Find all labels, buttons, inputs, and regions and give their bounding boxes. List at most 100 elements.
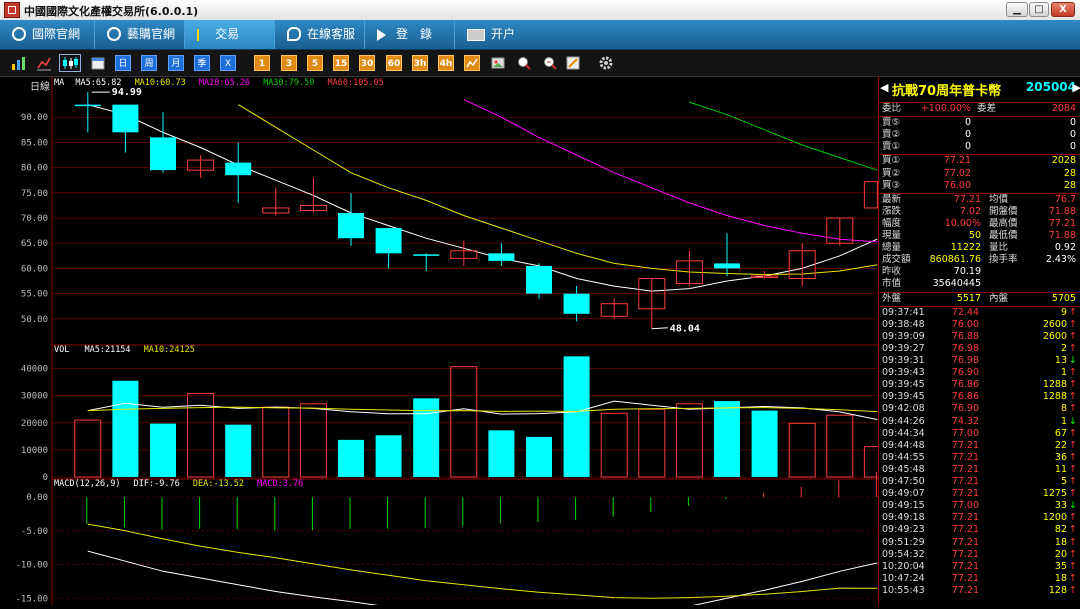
trade-time: 09:39:31 bbox=[882, 355, 925, 366]
minute-30-button[interactable]: 30 bbox=[359, 55, 375, 71]
trade-price: 77.21 bbox=[951, 536, 979, 548]
nav-intl-site[interactable]: 國際官網 bbox=[0, 20, 95, 49]
next-product-icon[interactable]: ▶ bbox=[1073, 81, 1080, 94]
close-button[interactable]: X bbox=[1051, 2, 1075, 17]
trade-time: 09:37:41 bbox=[882, 306, 925, 318]
minute-5-button[interactable]: 5 bbox=[307, 55, 323, 71]
trade-row: 09:49:07 77.21 1275 ↑ bbox=[879, 488, 1079, 500]
volume-bar bbox=[563, 356, 590, 477]
prev-product-icon[interactable]: ◀ bbox=[880, 81, 888, 94]
quote-label: 賣② bbox=[882, 129, 901, 141]
trade-price: 77.21 bbox=[951, 584, 979, 596]
stat-value: 77.21 bbox=[953, 193, 981, 205]
trade-time: 09:54:32 bbox=[882, 548, 925, 560]
stat-row: 漲跌 7.02 開盤價 71.88 bbox=[879, 206, 1079, 218]
quote-row: 賣② 0 0 bbox=[879, 129, 1079, 141]
trade-row: 09:38:48 76.00 2600 ↑ bbox=[879, 319, 1079, 331]
stat-label: 總量 bbox=[882, 242, 902, 254]
trade-time: 09:49:23 bbox=[882, 524, 925, 536]
candle-body bbox=[714, 263, 740, 269]
chart-area[interactable]: 90.00 85.00 80.00 75.00 70.00 65.00 60.00 55.00… bbox=[0, 77, 891, 609]
candle-body bbox=[488, 253, 515, 261]
quote-row: 賣① 0 0 bbox=[879, 141, 1079, 153]
trade-row: 09:39:43 76.90 1 ↑ bbox=[879, 367, 1079, 379]
picture-icon[interactable] bbox=[490, 55, 506, 71]
minimize-button[interactable]: ▁ bbox=[1006, 2, 1028, 17]
trade-qty: 5 bbox=[1060, 476, 1067, 487]
trade-time: 09:44:26 bbox=[882, 415, 925, 427]
maximize-button[interactable]: □ bbox=[1029, 2, 1049, 17]
period-custom-button[interactable]: X bbox=[220, 55, 236, 71]
volume-bar bbox=[338, 439, 364, 477]
period-month-button[interactable]: 月 bbox=[168, 55, 184, 71]
product-name: 抗戰70周年普卡幣 bbox=[892, 84, 1002, 99]
minute-3-button[interactable]: 3 bbox=[281, 55, 297, 71]
draw-tool-icon[interactable] bbox=[565, 55, 581, 71]
vol-tick-label: 20000 bbox=[21, 419, 48, 429]
calendar-icon[interactable] bbox=[90, 55, 106, 71]
quote-row: 賣⑤ 0 0 bbox=[879, 117, 1079, 129]
trade-price: 77.21 bbox=[951, 548, 979, 560]
nav-online-service[interactable]: 在線客服 bbox=[275, 20, 365, 49]
trade-qty: 18 bbox=[1054, 572, 1067, 584]
login-icon bbox=[377, 28, 386, 41]
quote-panel: ◀ 抗戰70周年普卡幣 205004 ▶ 委比 +100.00% 2084 委差 賣⑤ 0… bbox=[878, 77, 1080, 605]
indicator-button[interactable] bbox=[464, 55, 480, 71]
trade-direction-icon: ↑ bbox=[1069, 403, 1077, 415]
quote-value-2: 2084 bbox=[1051, 103, 1076, 114]
minute-15-button[interactable]: 15 bbox=[333, 55, 349, 71]
dif-legend: DIF:-9.76 bbox=[133, 479, 180, 489]
hour-3-button[interactable]: 3h bbox=[412, 55, 428, 71]
hour-4-button[interactable]: 4h bbox=[438, 55, 454, 71]
quote-value: 0 bbox=[964, 129, 971, 141]
trade-direction-icon: ↑ bbox=[1069, 306, 1077, 318]
ma-legend-title: MA bbox=[54, 78, 65, 88]
trade-qty: 1275 bbox=[1042, 488, 1067, 500]
candle-body bbox=[225, 162, 252, 176]
zoom-out-icon[interactable] bbox=[542, 55, 558, 71]
price-tick-label: 80.00 bbox=[21, 164, 48, 174]
period-day-button[interactable]: 日 bbox=[115, 55, 131, 71]
nav-art-site[interactable]: 藝購官網 bbox=[95, 20, 185, 49]
chart-canvas[interactable]: 90.00 85.00 80.00 75.00 70.00 65.00 60.00 55.00… bbox=[0, 77, 891, 609]
trade-qty: 1 bbox=[1060, 415, 1067, 427]
period-week-button[interactable]: 周 bbox=[141, 55, 157, 71]
trade-direction-icon: ↑ bbox=[1069, 342, 1077, 354]
settings-gear-icon[interactable] bbox=[598, 55, 614, 71]
stat-value: 11222 bbox=[950, 242, 981, 254]
trade-time: 09:49:15 bbox=[882, 500, 925, 512]
trade-row: 09:44:26 74.32 1 ↓ bbox=[879, 416, 1079, 428]
line-chart-icon[interactable] bbox=[36, 55, 52, 71]
stat-row: 市值 35640445 bbox=[879, 278, 1079, 290]
minute-1-button[interactable]: 1 bbox=[254, 55, 270, 71]
chart-toolbar: 日 周 月 季 X 1 3 5 15 30 60 3h 4h bbox=[0, 50, 1080, 77]
trade-direction-icon: ↑ bbox=[1069, 536, 1077, 548]
trade-price: 77.21 bbox=[951, 512, 979, 524]
nav-open-account[interactable]: 开户 bbox=[455, 20, 545, 49]
trade-qty: 128 bbox=[1048, 584, 1067, 596]
stat-value-2: 2.43% bbox=[1045, 254, 1076, 266]
quote-value: 76.00 bbox=[943, 179, 971, 191]
trade-direction-icon: ↑ bbox=[1069, 391, 1077, 403]
zoom-in-icon[interactable] bbox=[516, 55, 532, 71]
nav-trade[interactable]: 交易 bbox=[185, 20, 275, 49]
stat-label: 昨收 bbox=[882, 266, 902, 278]
trade-qty: 1200 bbox=[1042, 512, 1067, 524]
trade-time: 09:47:50 bbox=[882, 476, 925, 487]
trade-time: 10:55:43 bbox=[882, 584, 925, 596]
period-season-button[interactable]: 季 bbox=[194, 55, 210, 71]
candle-body bbox=[526, 265, 552, 294]
quote-value: 77.02 bbox=[943, 167, 971, 179]
trade-row: 09:39:27 76.98 2 ↑ bbox=[879, 343, 1079, 355]
quote-value: 0 bbox=[964, 141, 971, 153]
trade-direction-icon: ↓ bbox=[1069, 415, 1077, 427]
candlestick-icon[interactable] bbox=[59, 54, 81, 72]
trade-direction-icon: ↑ bbox=[1069, 318, 1077, 330]
ma60-legend: MA60:105.05 bbox=[327, 78, 384, 88]
bar-chart-icon[interactable] bbox=[10, 55, 26, 71]
candle-body bbox=[150, 137, 176, 171]
minute-60-button[interactable]: 60 bbox=[386, 55, 402, 71]
outer-inner-row: 外盤 5517 內盤 5705 bbox=[879, 293, 1079, 305]
quote-row: 買② 77.02 28 bbox=[879, 168, 1079, 180]
nav-login[interactable]: 登 錄 bbox=[365, 20, 455, 49]
